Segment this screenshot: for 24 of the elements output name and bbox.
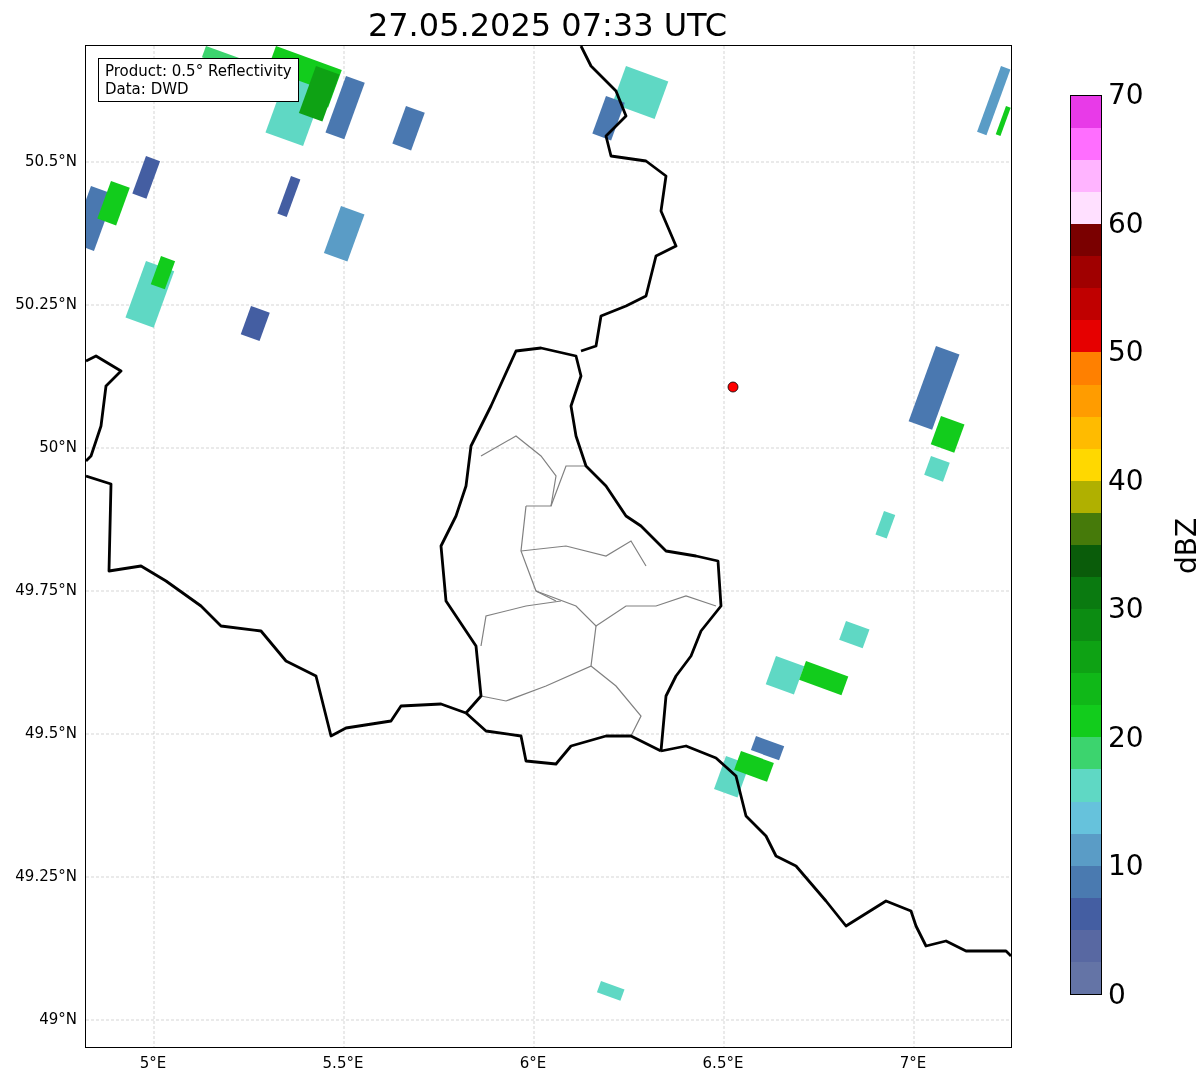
longitude-label: 5.5°E [322, 1054, 364, 1072]
longitude-label: 6°E [519, 1054, 547, 1072]
longitude-label: 7°E [899, 1054, 927, 1072]
latitude-label: 50°N [39, 438, 77, 456]
info-text: Product: 0.5° Reflectivity [105, 62, 292, 80]
colorbar-tick-label: 50 [1108, 336, 1144, 369]
colorbar-tick-label: 40 [1108, 464, 1144, 497]
latitude-label: 50.5°N [24, 152, 77, 170]
longitude-label: 5°E [139, 1054, 167, 1072]
info-text: Data: DWD [105, 80, 190, 98]
colorbar-tick-label: 60 [1108, 207, 1144, 240]
colorbar-tick-label: 20 [1108, 721, 1144, 754]
colorbar-tick-label: 70 [1108, 79, 1144, 111]
latitude-label: 49°N [39, 1010, 77, 1028]
chart-title: 27.05.2025 07:33 UTC [367, 5, 728, 45]
latitude-label: 49.75°N [15, 581, 77, 599]
longitude-label: 6.5°E [702, 1054, 744, 1072]
colorbar-label: dBZ [1171, 517, 1202, 574]
latitude-label: 49.25°N [15, 867, 77, 885]
colorbar-tick-label: 30 [1108, 593, 1144, 626]
latitude-label: 49.5°N [24, 724, 77, 742]
colorbar-tick-label: 0 [1108, 979, 1126, 1011]
colorbar-tick-label: 10 [1108, 850, 1144, 883]
latitude-label: 50.25°N [15, 295, 77, 313]
